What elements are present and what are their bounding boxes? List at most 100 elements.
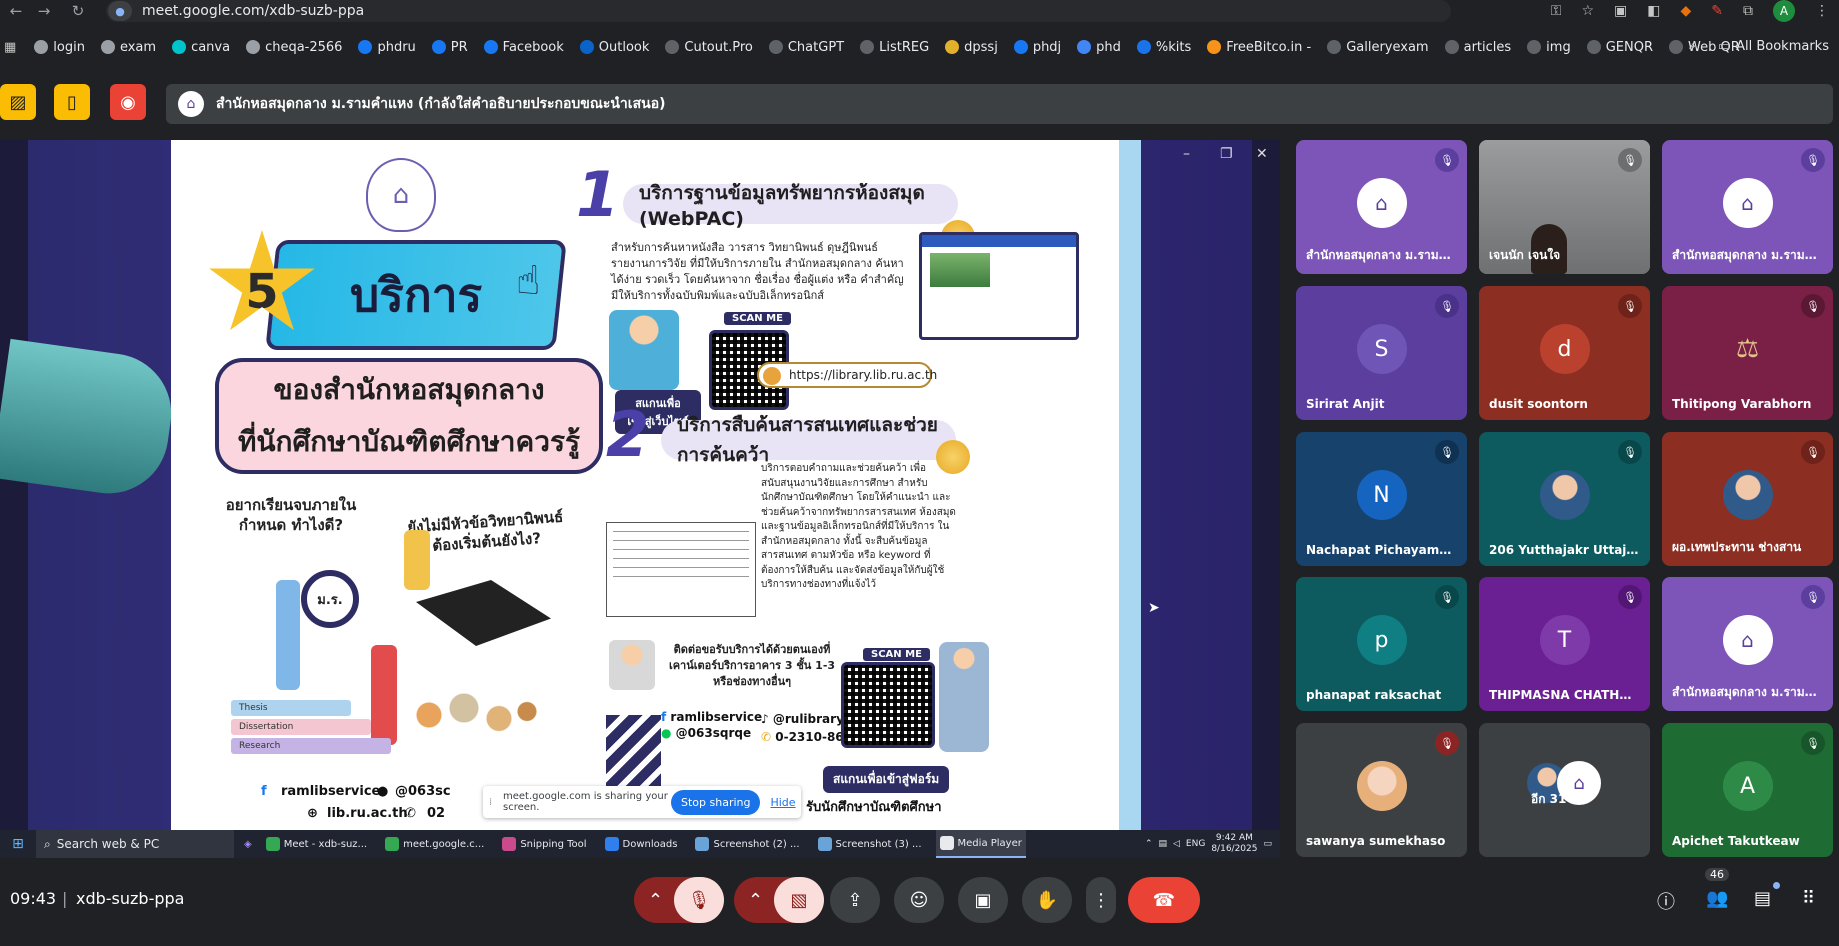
- bookmark-item[interactable]: login: [34, 40, 85, 55]
- participant-tile[interactable]: S 🎙 Sirirat Anjit: [1296, 286, 1467, 420]
- captions-button[interactable]: ▣: [958, 877, 1008, 923]
- bookmark-star-icon[interactable]: ☆: [1581, 3, 1594, 19]
- people-icon[interactable]: 👥: [1706, 888, 1728, 909]
- address-bar[interactable]: ● meet.google.com/xdb-suzb-ppa: [106, 0, 1451, 22]
- door-button[interactable]: ▯: [54, 84, 90, 120]
- meeting-info-icon[interactable]: ⓘ: [1657, 888, 1675, 914]
- bookmark-item[interactable]: Cutout.Pro: [665, 40, 753, 55]
- bookmark-item[interactable]: articles: [1444, 39, 1512, 55]
- site-info-icon[interactable]: ●: [108, 1, 132, 21]
- raise-hand-button[interactable]: ✋: [1022, 877, 1072, 923]
- contact-text: ติดต่อขอรับบริการได้ด้วยตนเองที่ เคาน์เต…: [668, 643, 836, 688]
- taskbar-clock[interactable]: 9:42 AM 8/16/2025: [1211, 833, 1257, 855]
- bookmark-item[interactable]: cheqa-2566: [246, 40, 342, 55]
- emoji-icon: ☺: [909, 889, 929, 911]
- taskbar-app[interactable]: Screenshot (2) ...: [691, 830, 803, 858]
- language-indicator[interactable]: ENG: [1186, 839, 1205, 849]
- participant-tile[interactable]: A 🎙 Apichet Takutkeaw: [1662, 723, 1833, 857]
- participant-tile[interactable]: 🎙 206 Yutthajakr Uttajare...: [1479, 432, 1650, 566]
- app-icon: [817, 837, 832, 851]
- menu-kebab-icon[interactable]: ⋮: [1815, 3, 1829, 19]
- address-url[interactable]: meet.google.com/xdb-suzb-ppa: [142, 3, 364, 19]
- taskbar-search[interactable]: ⌕ Search web & PC: [36, 830, 234, 858]
- taskbar-app[interactable]: Screenshot (3) ...: [814, 830, 926, 858]
- record-button[interactable]: ◉: [110, 84, 146, 120]
- all-bookmarks[interactable]: ▭ All Bookmarks: [1718, 39, 1829, 54]
- profile-avatar[interactable]: A: [1773, 0, 1795, 22]
- back-icon[interactable]: ←: [2, 2, 30, 20]
- taskbar-app[interactable]: Media Player: [935, 830, 1026, 858]
- reload-icon[interactable]: ↻: [64, 2, 92, 20]
- bookmark-item[interactable]: img: [1527, 40, 1571, 55]
- windows-start-icon[interactable]: ⊞: [0, 836, 36, 852]
- bookmark-item[interactable]: dpssj: [945, 40, 998, 55]
- bookmark-item[interactable]: Outlook: [579, 40, 649, 55]
- participant-tile[interactable]: ⚖ 🎙 Thitipong Varabhorn: [1662, 286, 1833, 420]
- participant-tile[interactable]: 🎙 เจนนัก เจนใจ: [1479, 140, 1650, 274]
- bookmark-item[interactable]: phdru: [358, 40, 416, 55]
- tray-chevron-icon[interactable]: ⌃: [1145, 839, 1153, 849]
- bookmark-label: canva: [191, 39, 231, 55]
- more-bookmarks-icon[interactable]: »: [1688, 39, 1696, 54]
- participant-tile[interactable]: ⌂ 🎙 สำนักหอสมุดกลาง ม.รามค...: [1662, 577, 1833, 711]
- participant-tile[interactable]: ⌂ อีก 31 คน: [1479, 723, 1650, 857]
- notification-icon[interactable]: ▭: [1263, 839, 1272, 849]
- bookmark-item[interactable]: FreeBitco.in -: [1207, 40, 1311, 55]
- reading-icon[interactable]: ◧: [1647, 3, 1660, 19]
- participant-tile[interactable]: 🎙 ผอ.เทพประทาน ช่างสาน: [1662, 432, 1833, 566]
- bookmark-item[interactable]: Facebook: [483, 40, 564, 55]
- taskbar-app[interactable]: meet.google.c...: [381, 830, 488, 858]
- mic-muted-icon: 🎙: [1618, 440, 1642, 464]
- bookmark-item[interactable]: phdj: [1013, 40, 1061, 55]
- forward-icon[interactable]: →: [30, 2, 58, 20]
- bookmark-item[interactable]: ChatGPT: [768, 40, 844, 55]
- bookmark-item[interactable]: canva: [172, 40, 230, 55]
- drag-grip-icon[interactable]: ⁞: [489, 797, 499, 808]
- bookmark-label: articles: [1463, 39, 1512, 55]
- participant-tile[interactable]: d 🎙 dusit soontorn: [1479, 286, 1650, 420]
- participant-tile[interactable]: 🎙 sawanya sumekhaso: [1296, 723, 1467, 857]
- emoji-button[interactable]: ☺: [894, 877, 944, 923]
- participant-tile[interactable]: p 🎙 phanapat raksachat: [1296, 577, 1467, 711]
- present-button[interactable]: ⇪: [830, 877, 880, 923]
- bookmark-item[interactable]: GENQR: [1586, 40, 1653, 55]
- restore-icon[interactable]: ❐: [1220, 146, 1233, 162]
- activities-icon[interactable]: ⠿: [1802, 888, 1815, 909]
- network-icon[interactable]: ▤: [1158, 839, 1167, 849]
- pen-extension-icon[interactable]: ✎: [1711, 3, 1723, 19]
- taskbar-app[interactable]: Downloads: [601, 830, 682, 858]
- taskbar-app[interactable]: Meet - xdb-suz...: [262, 830, 371, 858]
- app-icon: [265, 837, 280, 851]
- chat-notification-dot: [1773, 882, 1780, 889]
- participant-tile[interactable]: ⌂ 🎙 สำนักหอสมุดกลาง ม.รามค...: [1296, 140, 1467, 274]
- chat-icon[interactable]: ▤: [1754, 888, 1771, 909]
- copilot-icon[interactable]: ◈: [244, 839, 252, 850]
- bookmark-item[interactable]: ListREG: [860, 40, 929, 55]
- bookmark-item[interactable]: PR: [431, 40, 468, 55]
- participant-tile[interactable]: ⌂ 🎙 สำนักหอสมุดกลาง ม.รามค...: [1662, 140, 1833, 274]
- more-options-button[interactable]: ⋮: [1086, 877, 1116, 923]
- fox-extension-icon[interactable]: ◆: [1680, 3, 1691, 19]
- bookmark-item[interactable]: %kits: [1136, 40, 1191, 55]
- microphone-off-button[interactable]: 🎙: [674, 877, 724, 923]
- windows-taskbar: ⊞ ⌕ Search web & PC ◈ Meet - xdb-suz... m…: [0, 830, 1280, 858]
- no-video-button[interactable]: ▨: [0, 84, 36, 120]
- apps-grid-icon[interactable]: ▦: [4, 40, 16, 55]
- camera-off-button[interactable]: ▧: [774, 877, 824, 923]
- participant-tile[interactable]: N 🎙 Nachapat Pichayamah...: [1296, 432, 1467, 566]
- password-key-icon[interactable]: ⚿: [1551, 3, 1562, 19]
- stop-sharing-button[interactable]: Stop sharing: [671, 789, 761, 815]
- minimize-icon[interactable]: –: [1183, 146, 1190, 162]
- participant-tile[interactable]: T 🎙 THIPMASNA CHATHREE: [1479, 577, 1650, 711]
- bookmark-item[interactable]: phd: [1077, 40, 1121, 55]
- leave-call-button[interactable]: ☎: [1128, 877, 1200, 923]
- extension-icon[interactable]: ▣: [1614, 3, 1627, 19]
- taskbar-app[interactable]: Snipping Tool: [498, 830, 590, 858]
- contact-line: ● @063sqrqe: [661, 726, 751, 740]
- hide-button[interactable]: Hide: [770, 796, 795, 809]
- extensions-puzzle-icon[interactable]: ⧉: [1743, 3, 1753, 19]
- bookmark-item[interactable]: Galleryexam: [1327, 40, 1429, 55]
- close-icon[interactable]: ✕: [1256, 146, 1268, 162]
- bookmark-item[interactable]: exam: [100, 40, 156, 55]
- volume-icon[interactable]: ◁: [1173, 839, 1180, 849]
